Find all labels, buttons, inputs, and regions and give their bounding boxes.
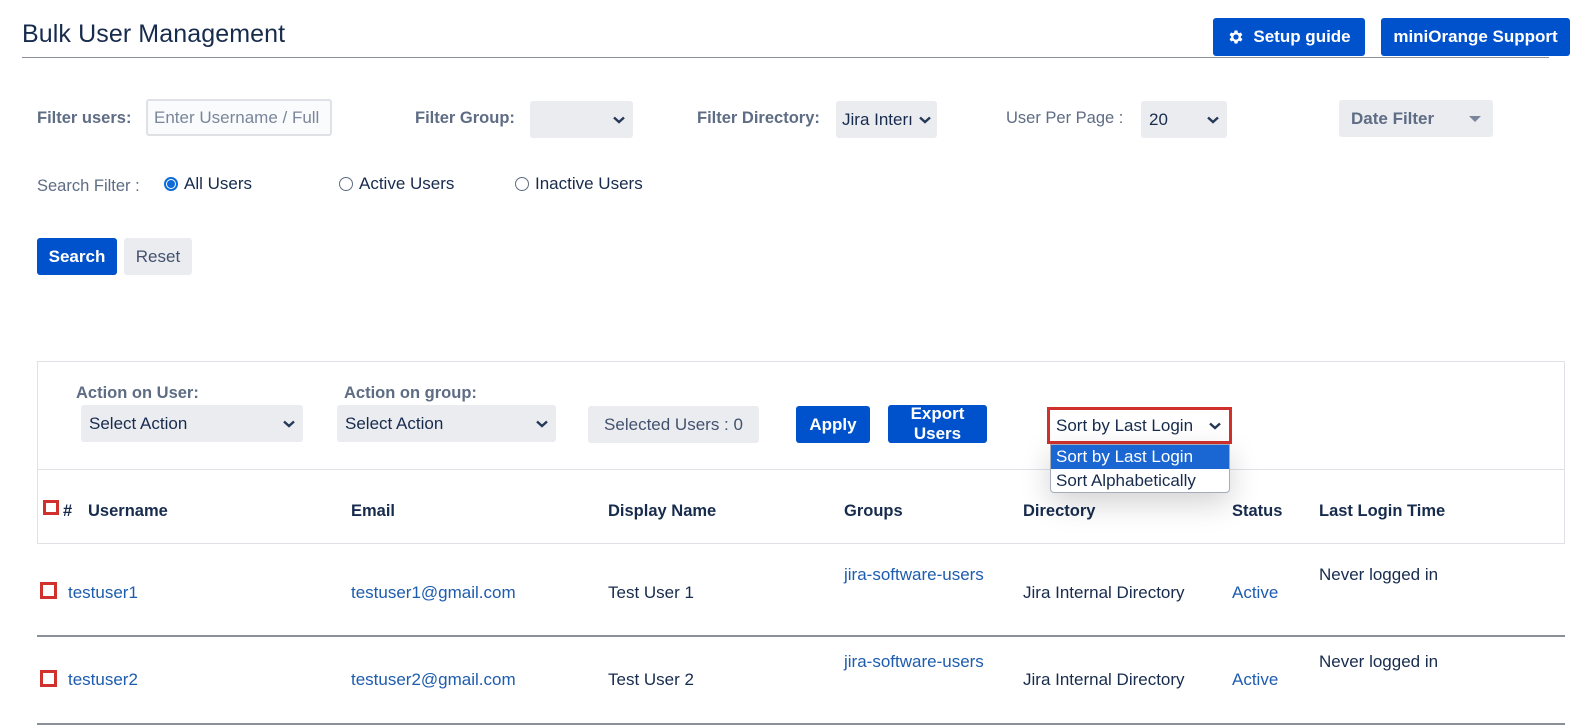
radio-all-users[interactable]: All Users (164, 174, 252, 194)
directory: Jira Internal Directory (1023, 670, 1185, 689)
group-link[interactable]: jira-software-users (844, 652, 984, 672)
filter-users-input[interactable]: Enter Username / Full (146, 99, 332, 136)
date-filter-dropdown[interactable]: Date Filter (1339, 100, 1493, 137)
chevron-down-icon (1207, 116, 1219, 124)
setup-guide-label: Setup guide (1253, 27, 1351, 46)
chevron-down-icon (536, 420, 548, 428)
users-per-page-label: User Per Page : (1006, 109, 1124, 127)
radio-button-checked[interactable] (164, 177, 178, 191)
search-filter-label: Search Filter : (37, 177, 140, 195)
directory: Jira Internal Directory (1023, 583, 1185, 602)
status-link[interactable]: Active (1232, 670, 1278, 690)
radio-button[interactable] (339, 177, 353, 191)
date-filter-label: Date Filter (1351, 108, 1435, 128)
gear-icon (1229, 30, 1243, 44)
chevron-down-icon (613, 116, 625, 124)
miniorange-support-button[interactable]: miniOrange Support (1381, 18, 1570, 56)
chevron-down-icon (919, 116, 931, 124)
status-link[interactable]: Active (1232, 583, 1278, 603)
apply-button[interactable]: Apply (796, 406, 870, 443)
column-header-groups[interactable]: Groups (844, 502, 903, 521)
filter-group-select[interactable] (530, 101, 633, 138)
action-on-user-value: Select Action (89, 413, 188, 433)
setup-guide-button[interactable]: Setup guide (1213, 18, 1365, 56)
reset-button[interactable]: Reset (124, 238, 192, 275)
radio-button[interactable] (515, 177, 529, 191)
action-on-user-select[interactable]: Select Action (81, 405, 303, 442)
row-checkbox[interactable] (40, 670, 57, 687)
filter-directory-value: Jira Interı (842, 109, 913, 129)
sort-option-alphabetically[interactable]: Sort Alphabetically (1051, 469, 1229, 492)
radio-active-users[interactable]: Active Users (339, 174, 454, 194)
email-link[interactable]: testuser2@gmail.com (351, 670, 516, 690)
username-link[interactable]: testuser1 (68, 583, 138, 603)
action-on-group-label: Action on group: (344, 384, 477, 402)
filter-directory-select[interactable]: Jira Interı (836, 101, 937, 138)
radio-label: Active Users (359, 174, 455, 193)
caret-down-icon (1469, 115, 1481, 122)
last-login-time: Never logged in (1319, 652, 1439, 671)
sort-option-last-login[interactable]: Sort by Last Login (1051, 445, 1229, 469)
display-name: Test User 1 (608, 583, 694, 602)
sort-select[interactable]: Sort by Last Login (1047, 407, 1232, 444)
column-header-last-login[interactable]: Last Login Time (1319, 502, 1445, 521)
row-divider (37, 635, 1565, 637)
column-header-status[interactable]: Status (1232, 502, 1282, 521)
export-users-button[interactable]: Export Users (888, 404, 987, 443)
radio-label: Inactive Users (535, 174, 643, 193)
chevron-down-icon (1209, 422, 1221, 430)
column-header-directory[interactable]: Directory (1023, 502, 1095, 521)
column-header-number: # (63, 502, 73, 520)
email-link[interactable]: testuser1@gmail.com (351, 583, 516, 603)
column-header-display-name[interactable]: Display Name (608, 502, 716, 521)
users-per-page-value: 20 (1149, 109, 1168, 129)
row-checkbox[interactable] (40, 582, 57, 599)
radio-label: All Users (184, 174, 253, 193)
display-name: Test User 2 (608, 670, 694, 689)
page-title: Bulk User Management (22, 20, 286, 48)
column-header-email[interactable]: Email (351, 502, 395, 521)
header-divider (22, 57, 1549, 58)
action-on-group-value: Select Action (345, 413, 444, 433)
filter-users-label: Filter users: (37, 109, 132, 127)
chevron-down-icon (283, 420, 295, 428)
action-on-user-label: Action on User: (76, 384, 199, 402)
action-on-group-select[interactable]: Select Action (337, 405, 556, 442)
filter-group-label: Filter Group: (415, 109, 515, 127)
last-login-time: Never logged in (1319, 565, 1439, 584)
column-header-username[interactable]: Username (88, 502, 168, 521)
selected-users-count: Selected Users : 0 (588, 406, 759, 443)
radio-inactive-users[interactable]: Inactive Users (515, 174, 643, 194)
sort-dropdown-menu: Sort by Last Login Sort Alphabetically (1050, 444, 1230, 493)
search-button[interactable]: Search (37, 238, 117, 275)
users-per-page-select[interactable]: 20 (1141, 101, 1227, 138)
filter-directory-label: Filter Directory: (697, 109, 820, 127)
group-link[interactable]: jira-software-users (844, 565, 984, 585)
panel-divider (37, 469, 1565, 470)
username-link[interactable]: testuser2 (68, 670, 138, 690)
sort-select-value: Sort by Last Login (1056, 415, 1194, 435)
select-all-checkbox[interactable] (43, 500, 59, 515)
